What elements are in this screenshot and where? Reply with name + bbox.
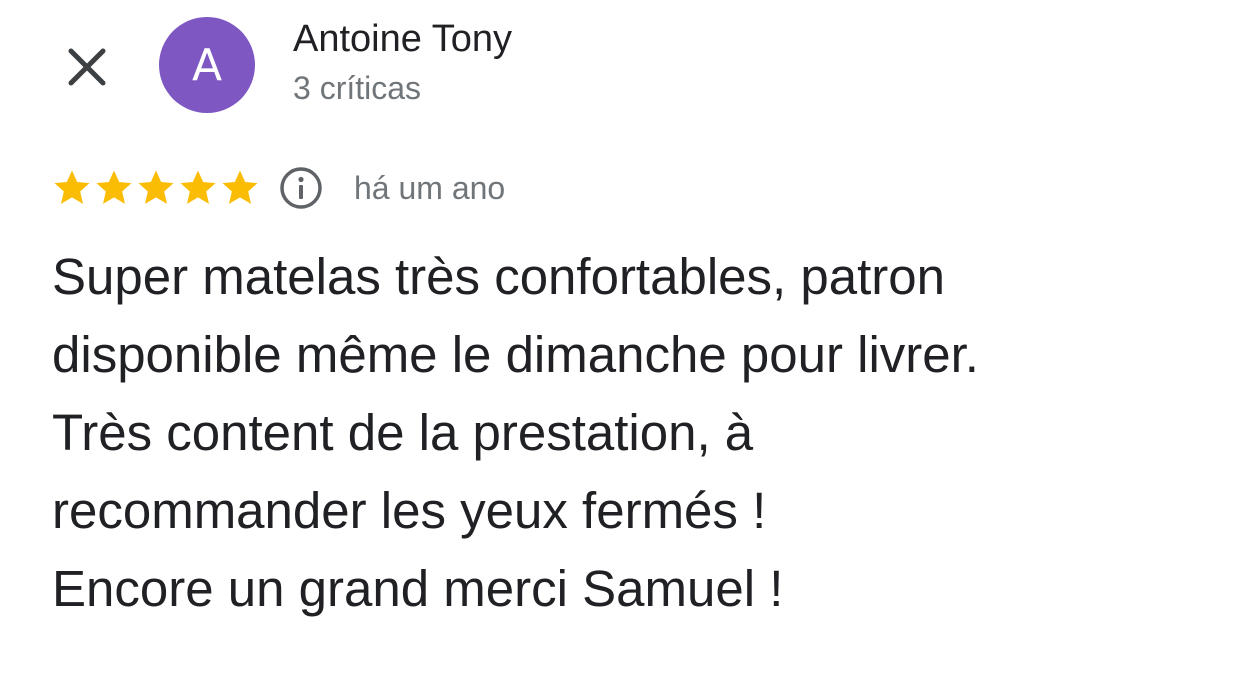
avatar[interactable]: A bbox=[159, 17, 255, 113]
close-button[interactable] bbox=[60, 40, 114, 94]
star-icon bbox=[138, 170, 174, 204]
close-icon bbox=[68, 48, 106, 86]
star-icon bbox=[180, 170, 216, 204]
star-rating bbox=[52, 168, 262, 208]
review-count: 3 críticas bbox=[293, 70, 422, 106]
star-icon bbox=[96, 170, 132, 204]
star-icon bbox=[54, 170, 90, 204]
avatar-letter: A bbox=[191, 39, 223, 91]
user-name[interactable]: Antoine Tony bbox=[293, 18, 512, 61]
review-text: Super matelas très confortables, patron … bbox=[52, 248, 979, 617]
rating-row: há um ano bbox=[52, 160, 505, 216]
review-time: há um ano bbox=[354, 169, 506, 206]
info-icon[interactable] bbox=[278, 165, 324, 211]
review-header: A Antoine Tony 3 críticas bbox=[0, 0, 1241, 130]
star-icon bbox=[222, 170, 258, 204]
